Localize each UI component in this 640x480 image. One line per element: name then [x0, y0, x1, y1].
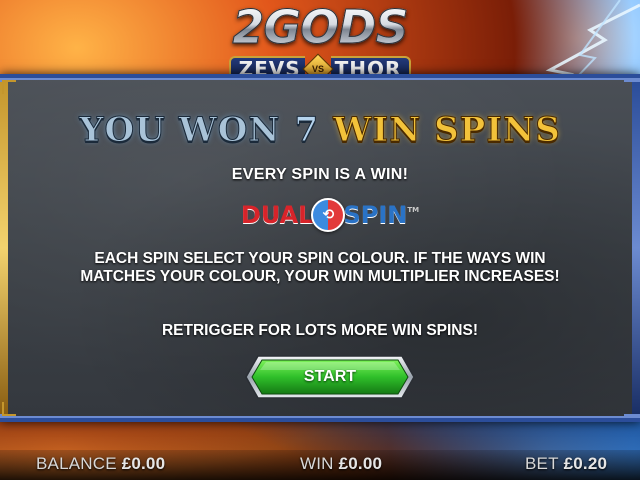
headline-prefix: YOU WON: [79, 110, 281, 151]
headline-suffix: WIN SPINS: [333, 110, 561, 151]
win-value: £0.00: [338, 454, 383, 473]
win-display: WIN £0.00: [300, 454, 382, 474]
bet-label: BET: [525, 454, 559, 473]
retrigger-text: RETRIGGER FOR LOTS MORE WIN SPINS!: [161, 322, 479, 339]
panel-corner-ornament: [2, 402, 16, 416]
start-button[interactable]: START: [244, 354, 416, 400]
panel-corner-ornament: [624, 80, 638, 94]
balance-display: BALANCE £0.00: [36, 454, 165, 474]
win-label: WIN: [300, 454, 334, 473]
dual-spin-logo: DUAL ⟲ SPIN TM: [228, 194, 432, 236]
balance-label: BALANCE: [36, 454, 117, 473]
panel-corner-ornament: [2, 80, 16, 94]
dual-spin-right-text: SPIN: [343, 201, 408, 229]
start-button-label: START: [303, 368, 357, 385]
balance-value: £0.00: [121, 454, 166, 473]
dual-spin-orb-icon: ⟲: [311, 198, 346, 232]
panel-corner-ornament: [624, 402, 638, 416]
feature-intro-panel: YOU WON 7 WIN SPINS EVERY SPIN IS A WIN! D…: [0, 74, 640, 422]
feature-description: EACH SPIN SELECT YOUR SPIN COLOUR. IF TH…: [80, 250, 560, 285]
bet-display: BET £0.20: [525, 454, 607, 474]
win-headline: YOU WON 7 WIN SPINS: [0, 110, 640, 151]
dual-spin-left-text: DUAL: [240, 201, 314, 229]
subtitle: EVERY SPIN IS A WIN!: [231, 166, 409, 183]
bet-value: £0.20: [563, 454, 608, 473]
headline-count: 7: [294, 110, 320, 151]
logo-title: 2GODS: [225, 2, 415, 53]
trademark-mark: TM: [407, 206, 420, 214]
